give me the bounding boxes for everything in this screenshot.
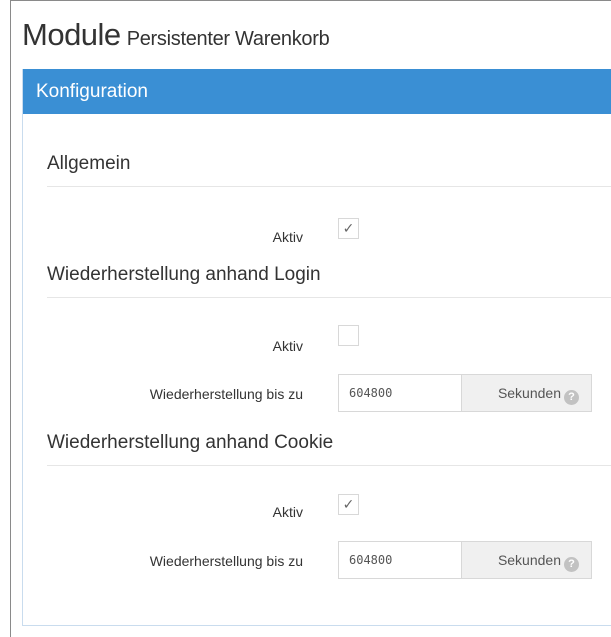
login-restore-label: Wiederherstellung bis zu <box>149 386 303 402</box>
checkmark-icon: ✓ <box>342 220 355 236</box>
cookie-restore-label: Wiederherstellung bis zu <box>149 553 303 569</box>
section-title-cookie: Wiederherstellung anhand Cookie <box>47 432 334 453</box>
section-divider <box>47 465 611 466</box>
page-subtitle: Persistenter Warenkorb <box>126 28 330 50</box>
seconds-unit-label: Sekunden <box>497 552 561 568</box>
cookie-active-label: Aktiv <box>272 504 303 520</box>
help-icon[interactable]: ? <box>564 557 579 572</box>
cookie-restore-input-group: Sekunden? <box>338 541 592 579</box>
section-divider <box>47 186 611 187</box>
general-active-label: Aktiv <box>272 229 303 245</box>
login-active-label: Aktiv <box>272 338 303 354</box>
section-title-general: Allgemein <box>47 153 131 174</box>
seconds-unit-label: Sekunden <box>497 385 561 401</box>
login-restore-seconds-input[interactable] <box>338 374 462 412</box>
help-icon[interactable]: ? <box>564 390 579 405</box>
checkmark-icon: ✓ <box>342 496 355 512</box>
page-title-main: Module <box>22 17 121 52</box>
cookie-seconds-addon: Sekunden? <box>461 541 592 579</box>
login-seconds-addon: Sekunden? <box>461 374 592 412</box>
page-title: Module Persistenter Warenkorb <box>22 17 330 53</box>
cookie-restore-seconds-input[interactable] <box>338 541 462 579</box>
cookie-active-checkbox[interactable]: ✓ <box>338 494 359 515</box>
panel-heading: Konfiguration <box>23 69 611 114</box>
section-title-login: Wiederherstellung anhand Login <box>47 264 321 285</box>
general-active-checkbox[interactable]: ✓ <box>338 218 359 239</box>
login-active-checkbox[interactable] <box>338 325 359 346</box>
login-restore-input-group: Sekunden? <box>338 374 592 412</box>
section-divider <box>47 297 611 298</box>
